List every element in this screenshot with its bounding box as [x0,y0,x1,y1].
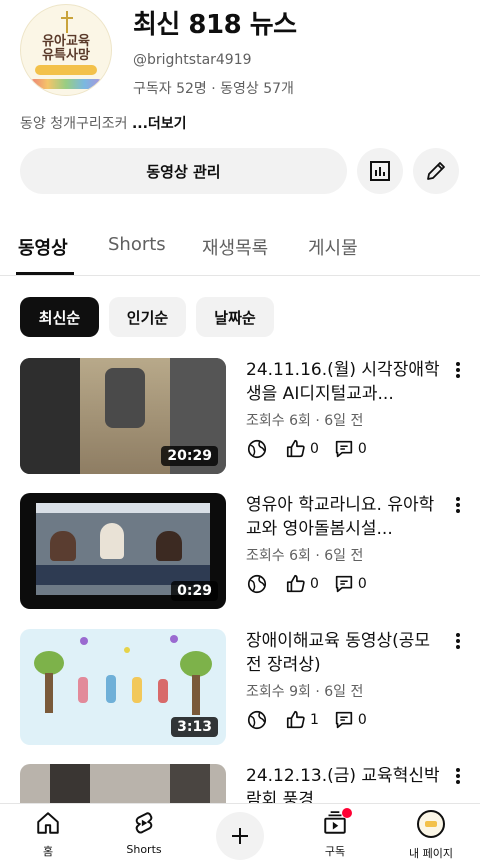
video-duration: 3:13 [171,717,218,737]
globe-icon [247,439,267,459]
like-count-value: 0 [310,576,319,592]
visibility-button[interactable] [246,709,271,731]
channel-title: 최신 818 뉴스 [133,10,297,40]
plus-icon [232,828,248,844]
nav-subscriptions[interactable]: 구독 [295,808,375,859]
channel-handle: @brightstar4919 [133,52,252,68]
logo-banner [35,65,97,75]
manage-videos-button[interactable]: 동영상 관리 [20,148,347,194]
nav-my-page-label: 내 페이지 [409,847,453,860]
shorts-icon [135,812,153,834]
globe-icon [247,574,267,594]
cross-icon [61,11,73,33]
comment-count[interactable]: 0 [333,438,367,460]
like-count-value: 1 [310,712,319,728]
video-item[interactable]: 0:29 영유아 학교라니요. 유아학교와 영아돌봄시설... 조회수 6회 ·… [0,493,480,609]
nav-subscriptions-label: 구독 [324,845,346,858]
bottom-navigation: 홈 Shorts 구독 내 페이지 [0,803,480,863]
nav-shorts[interactable]: Shorts [104,810,184,856]
tab-shorts[interactable]: Shorts [108,234,166,255]
create-button[interactable] [216,812,264,860]
video-item[interactable]: 20:29 24.11.16.(월) 시각장애학생을 AI디지털교과... 조회… [0,358,480,474]
video-item[interactable]: 3:13 장애이해교육 동영상(공모전 장려상) 조회수 9회 · 6일 전 1… [0,629,480,745]
video-meta: 조회수 6회 · 6일 전 [246,413,364,429]
edit-channel-button[interactable] [413,148,459,194]
video-title[interactable]: 24.11.16.(월) 시각장애학생을 AI디지털교과... [246,358,442,406]
like-count[interactable]: 1 [285,709,319,731]
thumbs-up-icon [286,574,305,593]
video-duration: 20:29 [161,446,218,466]
comment-count-value: 0 [357,576,367,592]
notification-dot [342,808,352,818]
chip-popular[interactable]: 인기순 [109,297,186,337]
channel-description[interactable]: 동양 청개구리조커 ...더보기 [20,113,187,133]
pencil-icon [427,162,445,180]
more-options-icon[interactable] [452,495,464,515]
more-options-icon[interactable] [452,360,464,380]
more-options-icon[interactable] [452,631,464,651]
visibility-button[interactable] [246,438,271,460]
active-tab-indicator [16,272,74,275]
more-options-icon[interactable] [452,766,464,786]
channel-logo-text: 유아교육 유특사망 [42,34,90,63]
like-count[interactable]: 0 [285,438,319,460]
nav-home[interactable]: 홈 [8,810,88,859]
analytics-icon [370,161,390,181]
comment-icon [335,711,353,729]
like-count[interactable]: 0 [285,573,319,595]
chip-oldest[interactable]: 날짜순 [196,297,274,337]
video-thumbnail[interactable]: 3:13 [20,629,226,745]
like-count-value: 0 [310,441,319,457]
more-link[interactable]: ...더보기 [132,116,187,132]
chip-latest[interactable]: 최신순 [20,297,99,337]
video-thumbnail[interactable]: 20:29 [20,358,226,474]
video-thumbnail[interactable]: 0:29 [20,493,226,609]
comment-icon [335,440,353,458]
video-duration: 0:29 [171,581,218,601]
home-icon [37,812,59,834]
tab-playlists[interactable]: 재생목록 [202,234,268,260]
nav-my-page[interactable]: 내 페이지 [391,810,471,861]
video-meta: 조회수 6회 · 6일 전 [246,548,364,564]
globe-icon [247,710,267,730]
visibility-button[interactable] [246,573,271,595]
video-title[interactable]: 영유아 학교라니요. 유아학교와 영아돌봄시설... [246,493,442,541]
nav-shorts-label: Shorts [126,843,162,856]
nav-home-label: 홈 [42,845,54,858]
comment-count-value: 0 [357,712,367,728]
channel-stats: 구독자 52명 · 동영상 57개 [133,81,294,97]
channel-description-text: 동양 청개구리조커 [20,116,128,132]
analytics-button[interactable] [357,148,403,194]
comment-count-value: 0 [357,441,367,457]
tab-videos[interactable]: 동영상 [18,234,68,260]
comment-icon [335,575,353,593]
avatar-icon [417,810,445,838]
thumbs-up-icon [286,710,305,729]
tab-posts[interactable]: 게시물 [308,234,358,260]
logo-rainbow [29,79,103,89]
video-title[interactable]: 장애이해교육 동영상(공모전 장려상) [246,629,442,677]
thumbs-up-icon [286,439,305,458]
comment-count[interactable]: 0 [333,573,367,595]
channel-avatar[interactable]: 유아교육 유특사망 [20,4,112,96]
comment-count[interactable]: 0 [333,709,367,731]
channel-tabs: 동영상 Shorts 재생목록 게시물 [0,218,480,276]
video-meta: 조회수 9회 · 6일 전 [246,684,364,700]
